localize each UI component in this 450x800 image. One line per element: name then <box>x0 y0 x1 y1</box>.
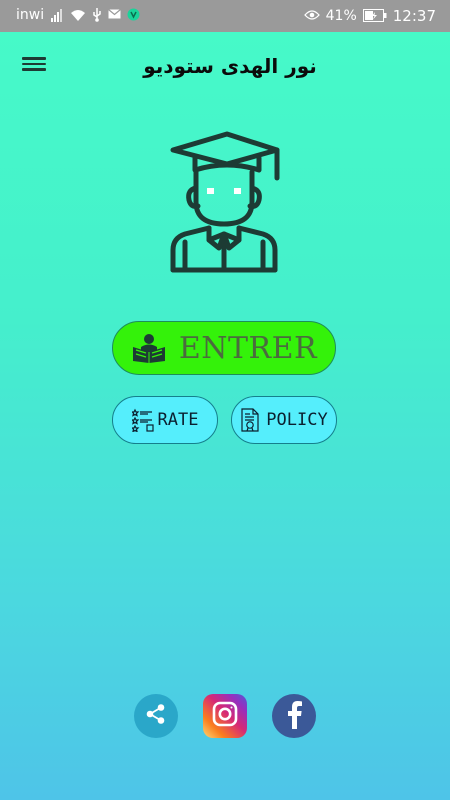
app-notification-icon <box>127 8 140 22</box>
policy-button[interactable]: POLICY <box>231 396 337 444</box>
battery-icon <box>362 9 387 23</box>
avatar-eye-right <box>234 188 241 194</box>
enter-button-label: ENTRER <box>178 330 318 366</box>
status-bar: inwi 41% 12:37 <box>0 0 450 32</box>
reading-person-icon <box>131 333 167 363</box>
policy-document-icon <box>240 408 262 432</box>
avatar-eye-left <box>207 188 214 194</box>
instagram-button[interactable] <box>203 694 247 738</box>
mail-icon <box>108 8 121 22</box>
share-button[interactable] <box>134 694 178 738</box>
share-icon <box>145 703 167 729</box>
clock-time: 12:37 <box>392 7 436 25</box>
enter-button[interactable]: ENTRER <box>112 321 336 375</box>
wifi-icon <box>70 8 86 22</box>
instagram-icon <box>211 700 239 732</box>
rating-list-icon <box>130 408 154 433</box>
usb-icon <box>92 8 102 22</box>
policy-button-label: POLICY <box>266 410 328 430</box>
battery-percent: 41% <box>325 8 357 24</box>
facebook-button[interactable] <box>272 694 316 738</box>
eye-icon <box>303 9 320 23</box>
status-right: 41% 12:37 <box>303 7 436 25</box>
graduate-avatar-icon <box>165 130 283 275</box>
app-title: نور الهدى ستوديو <box>143 54 317 78</box>
signal-icon <box>50 8 64 22</box>
status-left: inwi <box>16 7 140 23</box>
facebook-icon <box>284 699 304 733</box>
rate-button[interactable]: RATE <box>112 396 218 444</box>
carrier-name: inwi <box>16 7 45 23</box>
rate-button-label: RATE <box>157 410 199 430</box>
